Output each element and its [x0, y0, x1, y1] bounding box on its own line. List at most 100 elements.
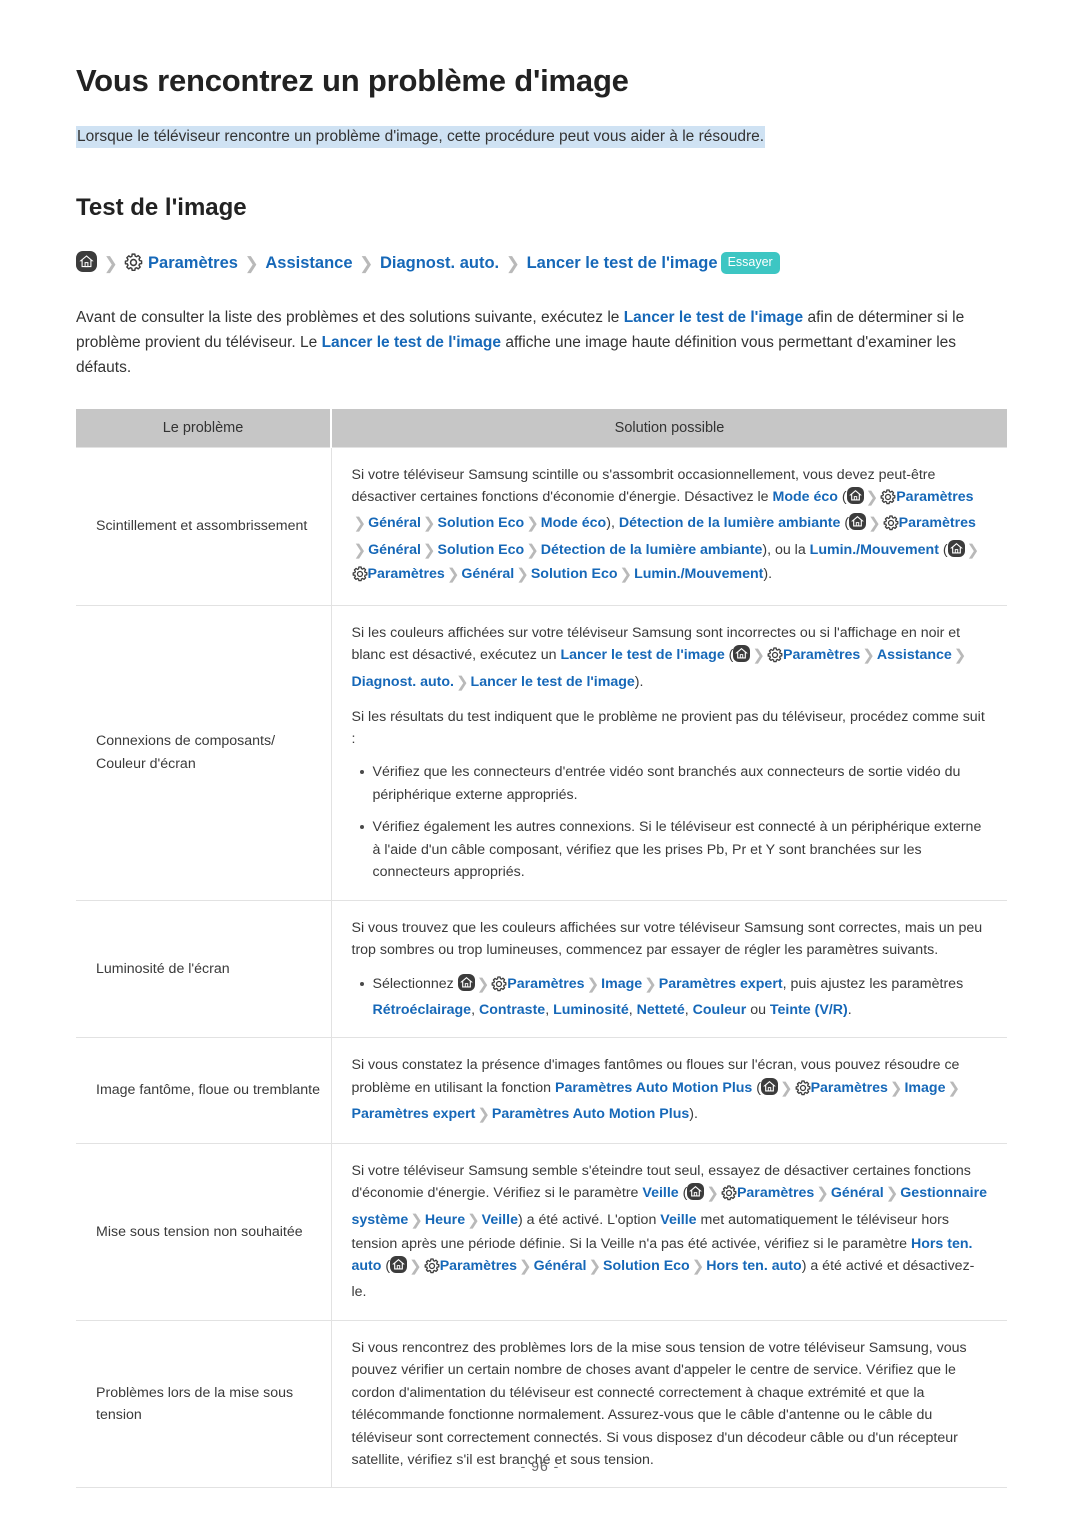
- path-parametres[interactable]: Paramètres: [737, 1185, 814, 1201]
- link-veille[interactable]: Veille: [642, 1185, 678, 1201]
- home-icon[interactable]: [947, 539, 965, 557]
- chevron-right-icon: ❯: [885, 1185, 899, 1203]
- breadcrumb-item-assistance[interactable]: Assistance: [265, 254, 352, 272]
- home-icon[interactable]: [390, 1255, 408, 1273]
- table-row: Luminosité de l'écran Si vous trouvez qu…: [76, 900, 1007, 1039]
- path-solution-eco[interactable]: Solution Eco: [603, 1258, 690, 1274]
- text-segment: (: [678, 1185, 688, 1202]
- home-icon[interactable]: [76, 251, 97, 273]
- breadcrumb-item-diagnost-auto[interactable]: Diagnost. auto.: [380, 254, 499, 272]
- text-segment: .: [847, 1001, 852, 1018]
- essayer-badge[interactable]: Essayer: [720, 252, 780, 274]
- path-solution-eco[interactable]: Solution Eco: [438, 542, 525, 558]
- gear-icon[interactable]: [880, 489, 896, 512]
- link-mode-eco[interactable]: Mode éco: [773, 489, 838, 505]
- chevron-right-icon: ❯: [868, 515, 881, 533]
- breadcrumb-item-parametres[interactable]: Paramètres: [148, 254, 238, 272]
- path-parametres-expert[interactable]: Paramètres expert: [352, 1106, 476, 1122]
- path-general[interactable]: Général: [368, 542, 421, 558]
- path-parametres[interactable]: Paramètres: [368, 566, 445, 582]
- text-segment: ),: [606, 515, 619, 532]
- home-icon[interactable]: [849, 513, 867, 531]
- gear-icon[interactable]: [424, 1258, 440, 1281]
- home-icon[interactable]: [846, 487, 864, 504]
- path-general[interactable]: Général: [534, 1258, 587, 1274]
- text-segment: ,: [545, 1001, 554, 1018]
- path-image[interactable]: Image: [601, 976, 642, 992]
- gear-icon[interactable]: [883, 515, 899, 538]
- text-segment: (: [840, 515, 850, 532]
- gear-icon[interactable]: [795, 1080, 811, 1103]
- gear-icon[interactable]: [352, 565, 368, 589]
- gear-icon[interactable]: [124, 253, 143, 281]
- path-auto-motion-plus[interactable]: Paramètres Auto Motion Plus: [492, 1106, 689, 1122]
- gear-icon[interactable]: [491, 975, 507, 999]
- chevron-right-icon: ❯: [644, 975, 657, 993]
- setting-contraste[interactable]: Contraste: [479, 1002, 545, 1018]
- path-lumin-mouvement[interactable]: Lumin./Mouvement: [634, 566, 763, 582]
- home-icon[interactable]: [457, 973, 475, 991]
- chevron-right-icon: ❯: [752, 647, 765, 665]
- path-solution-eco[interactable]: Solution Eco: [438, 515, 525, 531]
- home-icon[interactable]: [687, 1183, 705, 1201]
- path-image[interactable]: Image: [904, 1080, 945, 1096]
- intro-highlight-block: Lorsque le téléviseur rencontre un probl…: [76, 125, 1008, 149]
- list-item: Vérifiez que les connecteurs d'entrée vi…: [359, 761, 990, 806]
- gear-icon[interactable]: [721, 1185, 737, 1208]
- intro-link-1[interactable]: Lancer le test de l'image: [624, 309, 803, 326]
- path-parametres-expert[interactable]: Paramètres expert: [659, 976, 783, 992]
- path-heure[interactable]: Heure: [425, 1212, 465, 1228]
- path-parametres[interactable]: Paramètres: [440, 1258, 517, 1274]
- home-icon[interactable]: [733, 645, 751, 663]
- breadcrumb-item-lancer-test[interactable]: Lancer le test de l'image: [527, 254, 718, 272]
- setting-couleur[interactable]: Couleur: [693, 1002, 747, 1018]
- path-general[interactable]: Général: [831, 1185, 884, 1201]
- table-row: Connexions de composants/ Couleur d'écra…: [76, 605, 1007, 901]
- text-segment: ).: [634, 673, 644, 690]
- path-diagnost-auto[interactable]: Diagnost. auto.: [352, 674, 454, 690]
- path-lancer-test[interactable]: Lancer le test de l'image: [471, 674, 635, 690]
- breadcrumb: ❯ Paramètres ❯ Assistance ❯ Diagnost. au…: [76, 249, 1008, 281]
- solution-paragraph: Si vous rencontrez des problèmes lors de…: [351, 1339, 967, 1468]
- link-lancer-test[interactable]: Lancer le test de l'image: [561, 647, 725, 663]
- path-assistance[interactable]: Assistance: [877, 647, 952, 663]
- setting-luminosite[interactable]: Luminosité: [553, 1002, 629, 1018]
- list-item: Sélectionnez ❯ Paramètres ❯ Image ❯ Paramètre…: [359, 973, 990, 1022]
- link-detection-lumiere[interactable]: Détection de la lumière ambiante: [619, 515, 841, 531]
- link-lumin-mouvement[interactable]: Lumin./Mouvement: [810, 542, 939, 558]
- path-general[interactable]: Général: [461, 566, 514, 582]
- path-detection-lumiere[interactable]: Détection de la lumière ambiante: [541, 542, 763, 558]
- intro-link-2[interactable]: Lancer le test de l'image: [322, 334, 501, 351]
- text-segment: (: [752, 1079, 761, 1096]
- link-auto-motion-plus[interactable]: Paramètres Auto Motion Plus: [555, 1080, 752, 1096]
- path-parametres[interactable]: Paramètres: [899, 515, 976, 531]
- path-parametres[interactable]: Paramètres: [896, 489, 973, 505]
- path-mode-eco[interactable]: Mode éco: [541, 515, 606, 531]
- setting-teinte[interactable]: Teinte (V/R): [770, 1002, 848, 1018]
- problem-cell: Mise sous tension non souhaitée: [76, 1143, 332, 1321]
- path-parametres[interactable]: Paramètres: [811, 1080, 888, 1096]
- path-general[interactable]: Général: [368, 515, 421, 531]
- home-icon[interactable]: [761, 1077, 778, 1095]
- solution-paragraph: Si les résultats du test indiquent que l…: [351, 708, 985, 747]
- path-hors-ten-auto[interactable]: Hors ten. auto: [706, 1258, 801, 1274]
- chevron-right-icon: ❯: [353, 515, 367, 533]
- chevron-right-icon: ❯: [516, 565, 529, 583]
- link-veille[interactable]: Veille: [660, 1212, 696, 1228]
- path-solution-eco[interactable]: Solution Eco: [531, 566, 618, 582]
- solution-cell: Si votre téléviseur Samsung scintille ou…: [331, 446, 1007, 607]
- chevron-right-icon: ❯: [446, 565, 460, 583]
- setting-nettete[interactable]: Netteté: [637, 1002, 685, 1018]
- problem-cell: Scintillement et assombrissement: [76, 446, 332, 607]
- gear-icon[interactable]: [767, 647, 783, 670]
- solution-paragraph: Si votre téléviseur Samsung semble s'éte…: [352, 1160, 990, 1304]
- path-veille[interactable]: Veille: [482, 1212, 518, 1228]
- chevron-right-icon: ❯: [947, 1079, 961, 1097]
- setting-retroeclairage[interactable]: Rétroéclairage: [373, 1002, 472, 1018]
- page-title: Vous rencontrez un problème d'image: [76, 63, 629, 98]
- text-segment: ou: [746, 1001, 770, 1018]
- path-parametres[interactable]: Paramètres: [783, 647, 860, 663]
- chevron-right-icon: ❯: [588, 1257, 602, 1275]
- path-parametres[interactable]: Paramètres: [507, 976, 584, 992]
- text-segment: , puis ajustez les paramètres: [782, 975, 964, 992]
